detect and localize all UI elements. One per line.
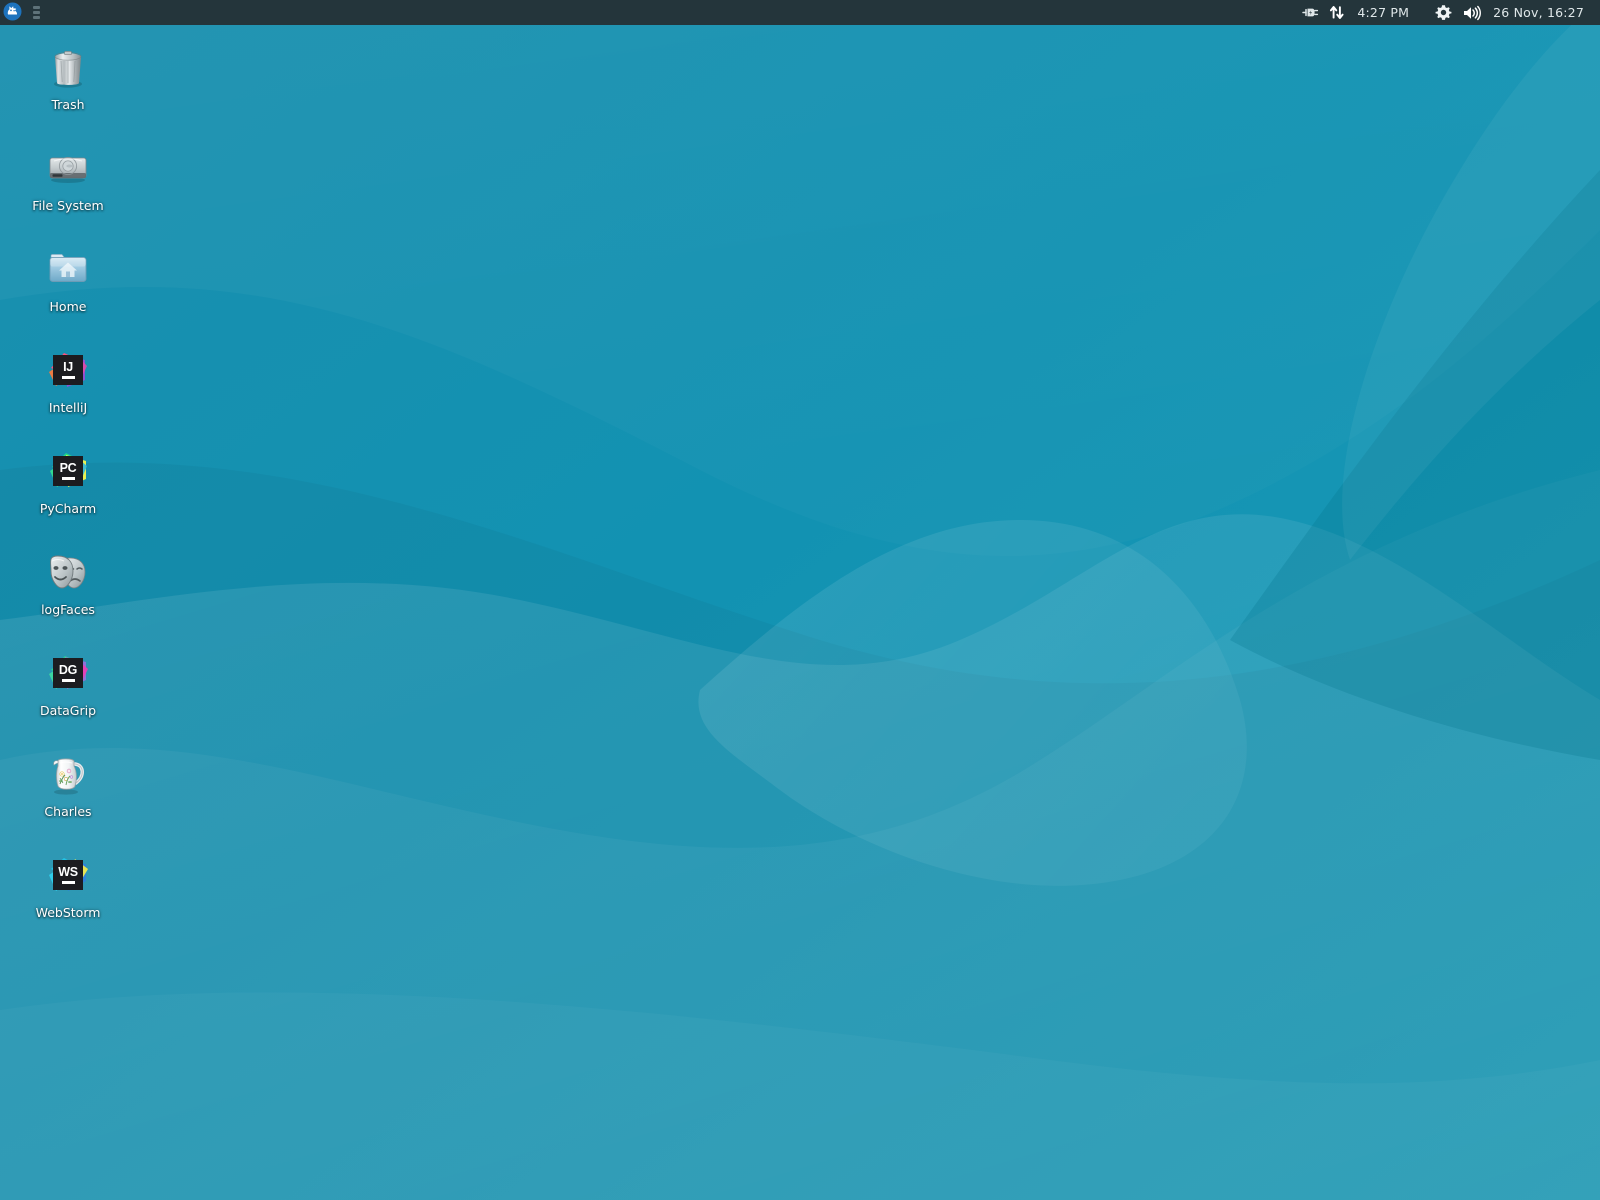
tray-clock-short[interactable]: 4:27 PM: [1350, 0, 1416, 25]
xfce-mouse-icon: [3, 2, 22, 24]
desktop-icon-label: Home: [49, 299, 87, 314]
desktop-icon-pycharm[interactable]: PC PyCharm: [18, 440, 118, 541]
desktop-icon-trash[interactable]: Trash: [18, 36, 118, 137]
desktop-icon-logfaces[interactable]: logFaces: [18, 541, 118, 642]
desktop-icon-label: File System: [32, 198, 104, 213]
pycharm-badge: PC: [53, 456, 83, 486]
desktop-icon-file-system[interactable]: File System: [18, 137, 118, 238]
desktop-icon-label: IntelliJ: [48, 400, 88, 415]
desktop-icon-home[interactable]: Home: [18, 238, 118, 339]
webstorm-badge: WS: [53, 860, 83, 890]
home-folder-icon: [44, 245, 92, 293]
datagrip-badge: DG: [53, 658, 83, 688]
hard-drive-icon: [44, 144, 92, 192]
desktop-icon-label: WebStorm: [35, 905, 101, 920]
intellij-badge: IJ: [53, 355, 83, 385]
datagrip-initials: DG: [58, 662, 78, 677]
wallpaper-image: [0, 0, 1600, 1200]
window-list-icon: [32, 6, 40, 19]
desktop-background[interactable]: Trash File System Home IJ IntelliJ PC Py…: [0, 0, 1600, 1200]
jetbrains-underline: [61, 881, 75, 885]
volume-speaker-icon[interactable]: [1457, 0, 1486, 25]
desktop-icon-intellij[interactable]: IJ IntelliJ: [18, 339, 118, 440]
desktop-icon-label: logFaces: [41, 602, 95, 617]
power-manager-plug-icon[interactable]: [1296, 0, 1324, 25]
desktop-icon-label: PyCharm: [39, 501, 97, 516]
network-monitor-icon[interactable]: [1324, 0, 1350, 25]
desktop-icon-webstorm[interactable]: WS WebStorm: [18, 844, 118, 945]
jetbrains-underline: [61, 679, 75, 683]
theater-masks-icon: [44, 548, 92, 596]
intellij-initials: IJ: [63, 359, 73, 374]
jetbrains-underline: [61, 376, 75, 380]
tray-clock-long[interactable]: 26 Nov, 16:27: [1486, 0, 1591, 25]
settings-gear-icon[interactable]: [1430, 0, 1457, 25]
panel-left-section: [0, 0, 47, 25]
webstorm-initials: WS: [58, 864, 78, 879]
desktop-icon-charles[interactable]: Charles: [18, 743, 118, 844]
trash-icon: [44, 43, 92, 91]
applications-menu-button[interactable]: [0, 0, 25, 25]
desktop-icon-label: Trash: [51, 97, 85, 112]
datagrip-icon: DG: [44, 649, 92, 697]
jetbrains-underline: [61, 477, 75, 481]
window-buttons-area[interactable]: [25, 0, 47, 25]
pycharm-initials: PC: [59, 460, 77, 475]
top-panel: 4:27 PM 26 Nov, 16:27: [0, 0, 1600, 25]
desktop-icon-label: DataGrip: [39, 703, 97, 718]
desktop-icon-label: Charles: [44, 804, 92, 819]
desktop-icon-datagrip[interactable]: DG DataGrip: [18, 642, 118, 743]
pycharm-icon: PC: [44, 447, 92, 495]
pitcher-icon: [44, 750, 92, 798]
system-tray: 4:27 PM 26 Nov, 16:27: [1296, 0, 1600, 25]
intellij-icon: IJ: [44, 346, 92, 394]
desktop-icon-grid: Trash File System Home IJ IntelliJ PC Py…: [18, 36, 118, 945]
webstorm-icon: WS: [44, 851, 92, 899]
